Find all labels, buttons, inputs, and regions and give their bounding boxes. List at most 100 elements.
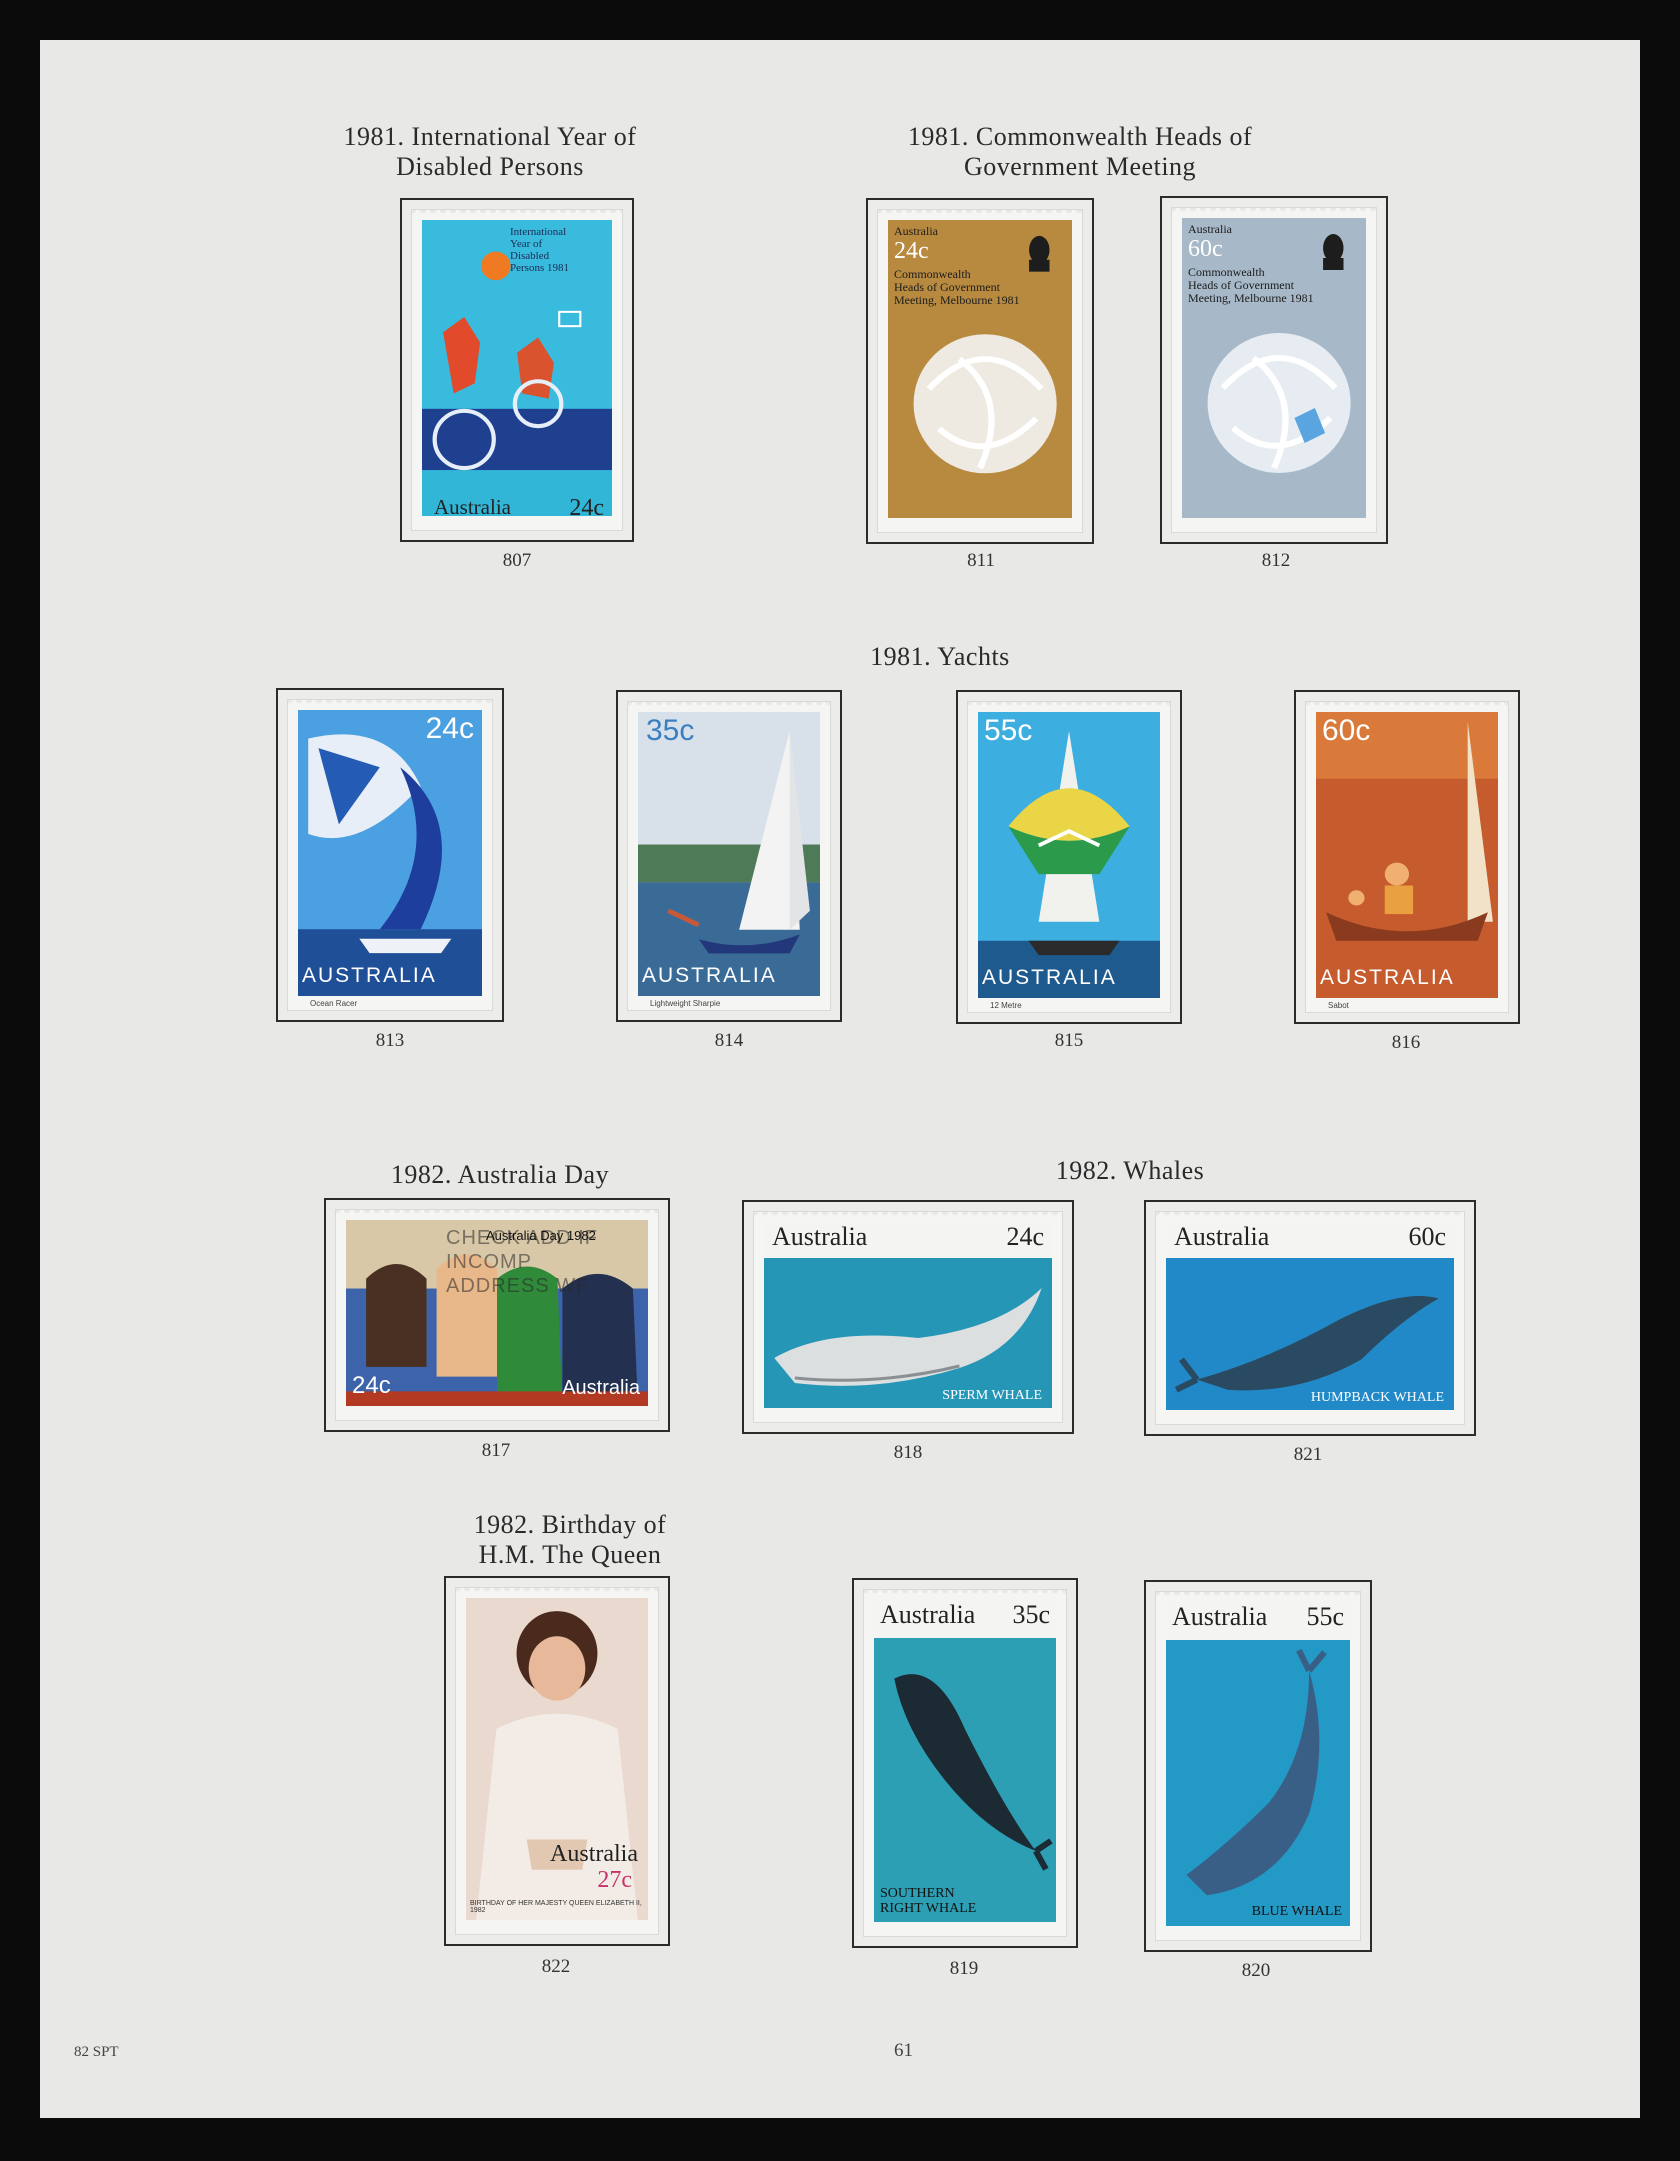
stamp-815: 55c AUSTRALIA 12 Metre <box>968 702 1170 1012</box>
stamp-caption: Sabot <box>1328 1001 1349 1010</box>
stamp-value: 55c <box>1306 1602 1344 1631</box>
stamp-mount-820: Australia 55c BLUE WHALE <box>1144 1580 1372 1952</box>
stamp-caption: Lightweight Sharpie <box>650 999 721 1008</box>
stamp-value: 27c <box>597 1867 632 1893</box>
heading-line: 1982. Whales <box>1055 1156 1205 1185</box>
heading-disabled-persons: 1981. International Year of Disabled Per… <box>340 122 640 182</box>
catalogue-number: 820 <box>1241 1960 1271 1981</box>
stamp-mount-813: 24c AUSTRALIA Ocean Racer <box>276 688 504 1022</box>
stamp-811: Australia 24c Commonwealth Heads of Gove… <box>878 210 1082 532</box>
stamp-mount-821: Australia 60c HUMPBACK WHALE <box>1144 1200 1476 1436</box>
heading-line: 1981. Commonwealth Heads of <box>907 122 1253 151</box>
heading-line: 1982. Birthday of <box>473 1510 667 1539</box>
stamp-807: International Year of Disabled Persons 1… <box>412 210 622 530</box>
stamp-822: Australia 27c BIRTHDAY OF HER MAJESTY QU… <box>456 1588 658 1934</box>
stamp-text: Meeting, Melbourne 1981 <box>894 293 1020 307</box>
stamp-mount-811: Australia 24c Commonwealth Heads of Gove… <box>866 198 1094 544</box>
stamp-819: Australia 35c SOUTHERN RIGHT WHALE <box>864 1590 1066 1936</box>
stamp-818: Australia 24c SPERM WHALE <box>754 1212 1062 1422</box>
stamp-text: International <box>510 226 567 238</box>
stamp-text: Year of <box>510 238 543 250</box>
heading-line: Government Meeting <box>963 152 1197 181</box>
stamp-value: 60c <box>1188 236 1223 262</box>
stamp-value: 24c <box>425 712 474 745</box>
stamp-country: AUSTRALIA <box>642 964 777 987</box>
stamp-caption: RIGHT WHALE <box>880 1901 977 1916</box>
stamp-value: 24c <box>1006 1222 1044 1251</box>
stamp-country: Australia <box>434 495 511 519</box>
stamp-value: 35c <box>1012 1600 1050 1629</box>
catalogue-number: 814 <box>714 1030 744 1051</box>
stamp-mount-807: International Year of Disabled Persons 1… <box>400 198 634 542</box>
stamp-caption: HUMPBACK WHALE <box>1310 1390 1444 1405</box>
heading-line: Disabled Persons <box>396 152 584 181</box>
heading-line: H.M. The Queen <box>478 1540 662 1569</box>
stamp-value: 24c <box>894 238 929 264</box>
heading-chogm: 1981. Commonwealth Heads of Government M… <box>900 122 1260 182</box>
stamp-mount-816: 60c AUSTRALIA Sabot <box>1294 690 1520 1024</box>
stamp-caption: SPERM WHALE <box>942 1388 1042 1403</box>
stamp-mount-817: CHECK ADD IF INCOMP ADDRESS WF Australia… <box>324 1198 670 1432</box>
stamp-mount-822: Australia 27c BIRTHDAY OF HER MAJESTY QU… <box>444 1576 670 1946</box>
catalogue-number: 813 <box>375 1030 405 1051</box>
catalogue-number: 818 <box>893 1442 923 1463</box>
stamp-country: AUSTRALIA <box>302 964 437 987</box>
catalogue-number: 817 <box>481 1440 511 1461</box>
catalogue-number: 816 <box>1391 1032 1421 1053</box>
stamp-country: Australia <box>550 1841 638 1867</box>
heading-australia-day: 1982. Australia Day <box>350 1160 650 1190</box>
stamp-mount-818: Australia 24c SPERM WHALE <box>742 1200 1074 1434</box>
catalogue-number: 815 <box>1054 1030 1084 1051</box>
stamp-820: Australia 55c BLUE WHALE <box>1156 1592 1360 1940</box>
stamp-816: 60c AUSTRALIA Sabot <box>1306 702 1508 1012</box>
stamp-value: 55c <box>984 714 1033 747</box>
stamp-caption: Ocean Racer <box>310 999 358 1008</box>
stamp-821: Australia 60c HUMPBACK WHALE <box>1156 1212 1464 1424</box>
stamp-country: AUSTRALIA <box>982 966 1117 989</box>
stamp-814: 35c AUSTRALIA Lightweight Sharpie <box>628 702 830 1010</box>
stamp-country: Australia <box>880 1600 976 1629</box>
stamp-country: Australia <box>894 224 938 238</box>
catalogue-number: 812 <box>1261 550 1291 571</box>
stamp-value: 24c <box>352 1372 391 1399</box>
heading-line: 1981. International Year of <box>343 122 637 151</box>
stamp-mount-812: Australia 60c Commonwealth Heads of Gove… <box>1160 196 1388 544</box>
heading-line: 1982. Australia Day <box>390 1160 610 1189</box>
catalogue-number: 807 <box>502 550 532 571</box>
stamp-mount-819: Australia 35c SOUTHERN RIGHT WHALE <box>852 1578 1078 1948</box>
stamp-title: Australia Day 1982 <box>486 1228 596 1243</box>
heading-yachts: 1981. Yachts <box>800 642 1080 672</box>
stamp-country: Australia <box>1174 1222 1270 1251</box>
catalogue-number: 821 <box>1293 1444 1323 1465</box>
stamp-caption: BLUE WHALE <box>1251 1904 1342 1919</box>
footer-code: 82 SPT <box>74 2044 119 2060</box>
stamp-text: Persons 1981 <box>510 262 569 274</box>
stamp-country: Australia <box>562 1377 640 1399</box>
stamp-country: Australia <box>772 1222 868 1251</box>
stamp-caption: BIRTHDAY OF HER MAJESTY QUEEN ELIZABETH … <box>470 1900 642 1914</box>
stamp-value: 24c <box>569 495 604 521</box>
stamp-country: AUSTRALIA <box>1320 966 1455 989</box>
stamp-813: 24c AUSTRALIA Ocean Racer <box>288 700 492 1010</box>
album-page: 1981. International Year of Disabled Per… <box>40 40 1640 2118</box>
catalogue-number: 819 <box>949 1958 979 1979</box>
catalogue-number: 822 <box>541 1956 571 1977</box>
stamp-country: Australia <box>1172 1602 1268 1631</box>
heading-whales: 1982. Whales <box>1000 1156 1260 1186</box>
stamp-817: CHECK ADD IF INCOMP ADDRESS WF Australia… <box>336 1210 658 1420</box>
stamp-text: Disabled <box>510 250 550 262</box>
stamp-mount-815: 55c AUSTRALIA 12 Metre <box>956 690 1182 1024</box>
stamp-caption: SOUTHERN <box>880 1886 955 1901</box>
stamp-value: 60c <box>1408 1222 1446 1251</box>
stamp-mount-814: 35c AUSTRALIA Lightweight Sharpie <box>616 690 842 1022</box>
catalogue-number: 811 <box>967 550 995 571</box>
heading-line: 1981. Yachts <box>870 642 1010 671</box>
heading-queen-birthday: 1982. Birthday of H.M. The Queen <box>440 1510 700 1570</box>
page-number: 61 <box>894 2040 913 2061</box>
stamp-text: Meeting, Melbourne 1981 <box>1188 291 1314 305</box>
stamp-country: Australia <box>1188 222 1232 236</box>
stamp-value: 35c <box>646 714 695 747</box>
stamp-812: Australia 60c Commonwealth Heads of Gove… <box>1172 208 1376 532</box>
stamp-value: 60c <box>1322 714 1371 747</box>
stamp-caption: 12 Metre <box>990 1001 1022 1010</box>
